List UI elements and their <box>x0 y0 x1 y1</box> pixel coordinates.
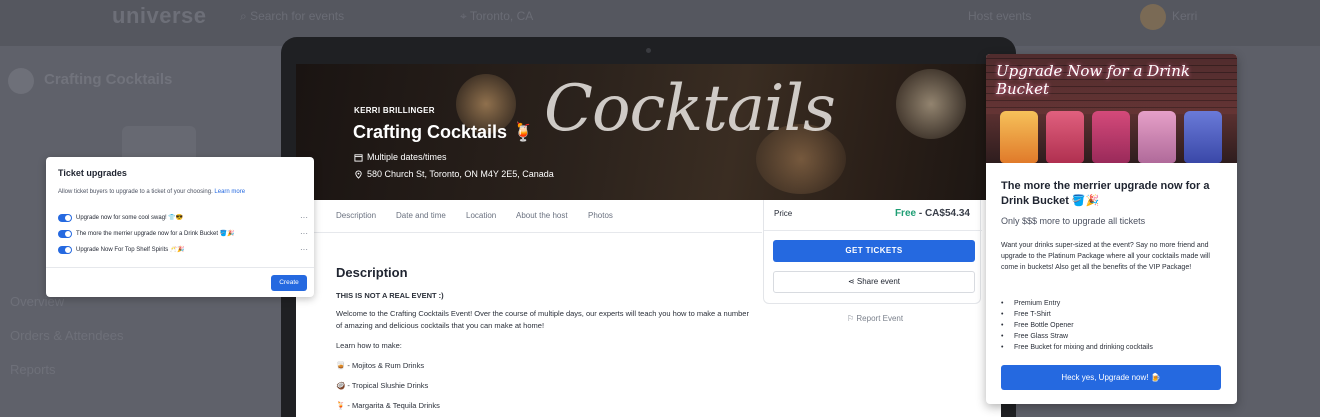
ticket-upgrades-subtitle-text: Allow ticket buyers to upgrade to a tick… <box>58 189 213 195</box>
create-button[interactable]: Create <box>271 275 307 291</box>
hero-light <box>896 69 966 139</box>
learn-more-link[interactable]: Learn more <box>214 189 245 195</box>
tab-date-and-time[interactable]: Date and time <box>396 211 446 220</box>
background-menu-reports: Reports <box>10 362 56 377</box>
background-menu-orders: Orders & Attendees <box>10 328 124 343</box>
event-hero: Cocktails KERRI BRILLINGER Crafting Cock… <box>296 64 1001 200</box>
description-item: 🍹 - Margarita & Tequila Drinks <box>336 401 440 410</box>
flag-icon: ⚐ <box>847 314 855 323</box>
drink-glass <box>1046 111 1084 163</box>
upgrade-label: Upgrade Now For Top Shelf Spirits 🥂🎉 <box>76 247 185 253</box>
universe-logo: universe <box>112 3 207 28</box>
event-address[interactable]: 580 Church St, Toronto, ON M4Y 2E5, Cana… <box>354 169 554 179</box>
ticket-upgrades-panel: Ticket upgrades Allow ticket buyers to u… <box>46 157 314 297</box>
upgrade-popup: Upgrade Now for a Drink Bucket The more … <box>986 54 1237 404</box>
neon-sign-text: Upgrade Now for a Drink Bucket <box>996 62 1190 98</box>
drink-glass <box>1138 111 1176 163</box>
background-search: ⌕ Search for events <box>240 9 345 23</box>
upgrade-toggle[interactable] <box>58 229 72 238</box>
report-event-label: Report Event <box>856 314 904 323</box>
benefit-item: Free Bottle Opener <box>1001 320 1153 331</box>
description-item: 🥥 - Tropical Slushie Drinks <box>336 381 429 390</box>
upgrade-toggle[interactable] <box>58 213 72 222</box>
drink-glass <box>1184 111 1222 163</box>
event-tabs: Description Date and time Location About… <box>296 200 762 233</box>
background-event-name: Crafting Cocktails <box>44 71 173 88</box>
drink-bucket-image: Upgrade Now for a Drink Bucket <box>986 54 1237 163</box>
benefit-item: Free Glass Straw <box>1001 331 1153 342</box>
background-event-icon <box>8 68 34 94</box>
event-title: Crafting Cocktails 🍹 <box>353 122 535 142</box>
upgrade-row: The more the merrier upgrade now for a D… <box>58 228 308 239</box>
share-icon: ⋖ <box>847 277 855 286</box>
background-account: Kerri <box>1172 9 1198 23</box>
hero-script-text: Cocktails <box>544 72 836 146</box>
price-divider <box>764 230 982 231</box>
more-options-icon[interactable]: ··· <box>300 213 308 222</box>
get-tickets-button[interactable]: GET TICKETS <box>773 240 975 262</box>
ticket-upgrades-title: Ticket upgrades <box>58 168 127 178</box>
description-intro: Welcome to the Crafting Cocktails Event!… <box>336 309 749 330</box>
description-item: 🥃 - Mojitos & Rum Drinks <box>336 361 425 370</box>
drink-glass <box>1092 111 1130 163</box>
laptop-camera <box>646 48 651 53</box>
upgrade-label: The more the merrier upgrade now for a D… <box>76 231 235 237</box>
price-value: Free - CA$54.34 <box>895 208 970 219</box>
location-pin-icon <box>355 170 362 179</box>
background-location: ⌖ Toronto, CA <box>460 9 534 23</box>
background-location-text: Toronto, CA <box>469 9 534 23</box>
event-address-text: 580 Church St, Toronto, ON M4Y 2E5, Cana… <box>367 169 554 179</box>
event-host[interactable]: KERRI BRILLINGER <box>354 106 435 115</box>
tab-description[interactable]: Description <box>336 211 376 220</box>
price-amount: - CA$54.34 <box>916 208 970 219</box>
ticket-upgrades-divider <box>46 267 314 268</box>
calendar-icon <box>354 153 363 162</box>
drink-glass <box>1000 111 1038 163</box>
description-not-real: THIS IS NOT A REAL EVENT :) <box>336 291 444 300</box>
tab-about-the-host[interactable]: About the host <box>516 211 568 220</box>
benefit-item: Premium Entry <box>1001 298 1153 309</box>
upgrade-now-button[interactable]: Heck yes, Upgrade now! 🍺 <box>1001 365 1221 390</box>
benefits-list: Premium Entry Free T-Shirt Free Bottle O… <box>1001 298 1153 353</box>
background-host-events: Host events <box>968 9 1032 23</box>
description-heading: Description <box>336 265 408 280</box>
tab-photos[interactable]: Photos <box>588 211 613 220</box>
event-dates-text: Multiple dates/times <box>367 152 447 162</box>
more-options-icon[interactable]: ··· <box>300 229 308 238</box>
upgrade-toggle[interactable] <box>58 245 72 254</box>
upgrade-description: Want your drinks super-sized at the even… <box>1001 242 1210 271</box>
event-dates: Multiple dates/times <box>354 152 447 162</box>
upgrade-title: The more the merrier upgrade now for a D… <box>1001 180 1210 207</box>
benefit-item: Free Bucket for mixing and drinking cock… <box>1001 342 1153 353</box>
background-avatar <box>1140 4 1166 30</box>
event-page: Cocktails KERRI BRILLINGER Crafting Cock… <box>296 64 1001 417</box>
upgrade-subtitle: Only $$$ more to upgrade all tickets <box>1001 216 1146 226</box>
description-learn: Learn how to make: <box>336 341 402 350</box>
share-event-label: Share event <box>856 277 901 286</box>
more-options-icon[interactable]: ··· <box>300 245 308 254</box>
report-event-link[interactable]: ⚐ Report Event <box>847 314 903 323</box>
share-event-button[interactable]: ⋖ Share event <box>773 271 975 293</box>
benefit-item: Free T-Shirt <box>1001 309 1153 320</box>
price-free: Free <box>894 208 917 219</box>
price-label: Price <box>774 209 793 218</box>
upgrade-row: Upgrade now for some cool swag! 👕😎 ··· <box>58 212 308 223</box>
upgrade-row: Upgrade Now For Top Shelf Spirits 🥂🎉 ··· <box>58 244 308 255</box>
price-card: Price Free - CA$54.34 GET TICKETS ⋖ Shar… <box>763 200 982 304</box>
background-search-text: Search for events <box>250 9 345 23</box>
upgrade-label: Upgrade now for some cool swag! 👕😎 <box>76 215 184 221</box>
tab-location[interactable]: Location <box>466 211 496 220</box>
ticket-upgrades-subtitle: Allow ticket buyers to upgrade to a tick… <box>58 189 245 195</box>
